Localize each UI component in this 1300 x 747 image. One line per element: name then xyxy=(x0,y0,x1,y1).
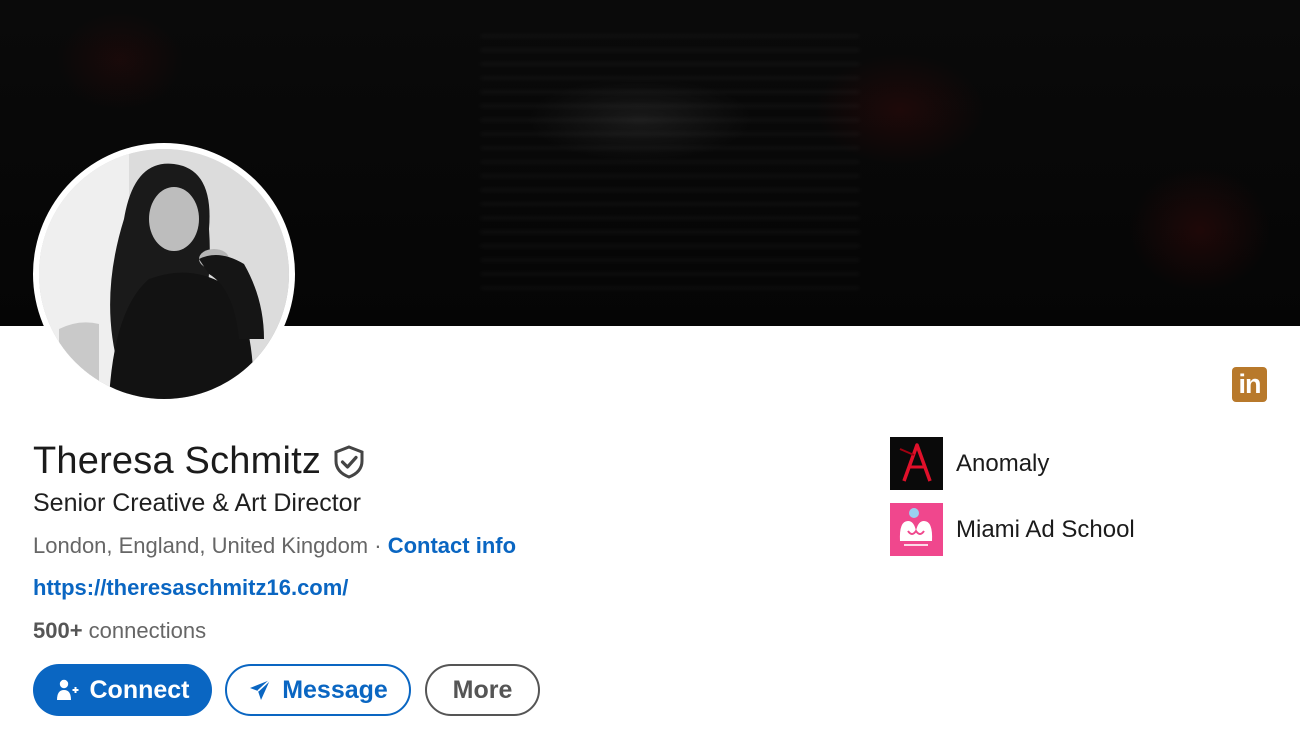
more-button[interactable]: More xyxy=(425,664,540,716)
profile-location: London, England, United Kingdom xyxy=(33,533,369,558)
name-row: Theresa Schmitz xyxy=(33,440,365,483)
miami-ad-school-logo xyxy=(890,503,943,556)
profile-avatar[interactable] xyxy=(33,143,295,405)
cover-texture xyxy=(480,30,860,290)
profile-headline: Senior Creative & Art Director xyxy=(33,489,361,517)
anomaly-logo xyxy=(890,437,943,490)
company-name-anomaly: Anomaly xyxy=(956,449,1050,477)
connections-count[interactable]: 500+ connections xyxy=(33,618,206,644)
location-separator: · xyxy=(368,533,388,558)
company-anomaly[interactable]: Anomaly xyxy=(890,437,1049,490)
send-icon xyxy=(250,679,271,700)
more-button-label: More xyxy=(452,675,513,704)
location-row: London, England, United Kingdom · Contac… xyxy=(33,533,516,559)
connections-number: 500+ xyxy=(33,618,83,643)
connections-label: connections xyxy=(82,618,207,643)
profile-name: Theresa Schmitz xyxy=(33,440,322,482)
profile-page: in Theresa Schmitz Senior Creative & Art… xyxy=(0,0,1300,747)
avatar-photo xyxy=(39,149,289,399)
message-button[interactable]: Message xyxy=(225,664,411,716)
company-name-miami-ad-school: Miami Ad School xyxy=(956,515,1135,543)
website-link[interactable]: https://theresaschmitz16.com/ xyxy=(33,575,348,601)
company-miami-ad-school[interactable]: Miami Ad School xyxy=(890,503,1135,556)
connect-button-label: Connect xyxy=(89,675,190,704)
add-person-icon xyxy=(56,679,78,700)
contact-info-link[interactable]: Contact info xyxy=(388,533,516,558)
message-button-label: Message xyxy=(282,675,388,704)
linkedin-icon[interactable]: in xyxy=(1232,367,1267,402)
connect-button[interactable]: Connect xyxy=(33,664,212,716)
verified-shield-icon[interactable] xyxy=(333,444,365,479)
